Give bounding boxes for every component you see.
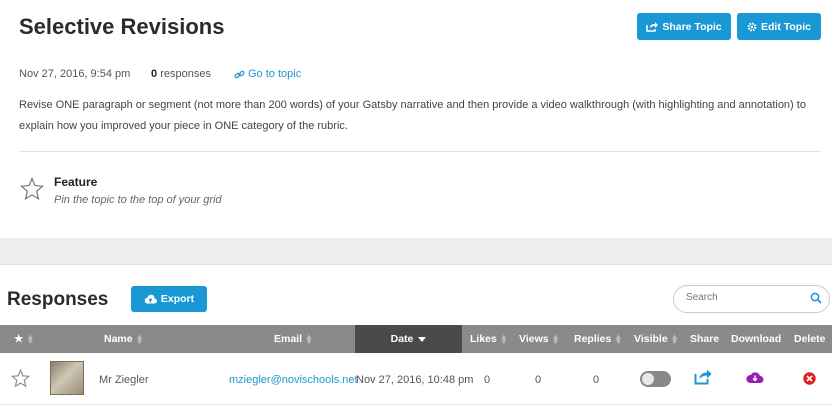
share-icon xyxy=(646,22,659,32)
th-visible[interactable]: Visible ▲ ▼ xyxy=(634,325,679,353)
topic-panel: Selective Revisions Share Topic Edit Top… xyxy=(0,0,832,238)
feature-title: Feature xyxy=(54,175,98,189)
th-likes-label: Likes xyxy=(470,333,497,345)
go-to-topic-label: Go to topic xyxy=(248,68,302,80)
sort-icon: ▲ ▼ xyxy=(26,332,35,346)
th-date-label: Date xyxy=(390,333,414,345)
search-icon[interactable] xyxy=(810,292,822,304)
caret-down-icon xyxy=(418,336,427,342)
th-views-label: Views xyxy=(519,333,549,345)
th-email[interactable]: Email ▲ ▼ xyxy=(274,325,313,353)
star-filled-icon: ★ xyxy=(14,333,24,345)
cloud-upload-icon xyxy=(144,294,157,304)
th-email-label: Email xyxy=(274,333,303,345)
th-likes[interactable]: Likes ▲ ▼ xyxy=(470,325,508,353)
th-star[interactable]: ★ ▲ ▼ xyxy=(14,325,34,353)
search-input[interactable] xyxy=(686,292,806,303)
th-share: Share xyxy=(690,325,719,353)
th-date[interactable]: Date xyxy=(355,325,462,353)
th-visible-label: Visible xyxy=(634,333,668,345)
edit-topic-label: Edit Topic xyxy=(761,20,811,33)
page-title: Selective Revisions xyxy=(19,14,225,39)
response-thumbnail[interactable] xyxy=(50,361,84,395)
th-name-label: Name xyxy=(104,333,133,345)
response-likes: 0 xyxy=(484,374,491,386)
response-replies: 0 xyxy=(593,374,600,386)
th-delete-label: Delete xyxy=(794,333,826,345)
responses-title: Responses xyxy=(7,289,109,310)
export-button[interactable]: Export xyxy=(131,286,207,312)
responses-count: 0 responses xyxy=(151,68,211,80)
sort-icon: ▲ ▼ xyxy=(499,332,508,346)
th-views[interactable]: Views ▲ ▼ xyxy=(519,325,560,353)
topic-description: Revise ONE paragraph or segment (not mor… xyxy=(19,99,806,132)
export-label: Export xyxy=(160,293,195,305)
th-replies-label: Replies xyxy=(574,333,612,345)
topic-date: Nov 27, 2016, 9:54 pm xyxy=(19,68,131,80)
table-row: Mr Ziegler mziegler@novischools.net Nov … xyxy=(0,353,832,405)
th-replies[interactable]: Replies ▲ ▼ xyxy=(574,325,622,353)
star-icon[interactable] xyxy=(11,369,30,388)
responses-count-number: 0 xyxy=(151,68,158,80)
th-download: Download xyxy=(731,325,781,353)
gear-icon xyxy=(747,22,757,31)
response-name: Mr Ziegler xyxy=(99,374,149,386)
th-download-label: Download xyxy=(731,333,782,345)
sort-icon: ▲ ▼ xyxy=(614,332,623,346)
table-header: ★ ▲ ▼ Name ▲ ▼ Email ▲ ▼ Date Likes ▲ ▼ View… xyxy=(0,325,832,353)
responses-count-label: responses xyxy=(160,68,211,80)
section-separator xyxy=(0,238,832,265)
sort-icon: ▲ ▼ xyxy=(551,332,560,346)
cloud-download-icon[interactable] xyxy=(746,370,764,384)
share-topic-button[interactable]: Share Topic xyxy=(637,13,731,40)
response-views: 0 xyxy=(535,374,542,386)
delete-icon[interactable] xyxy=(803,372,816,385)
th-share-label: Share xyxy=(690,333,720,345)
th-delete: Delete xyxy=(794,325,826,353)
sort-icon: ▲ ▼ xyxy=(135,332,144,346)
link-icon xyxy=(234,70,245,78)
th-name[interactable]: Name ▲ ▼ xyxy=(104,325,144,353)
sort-icon: ▲ ▼ xyxy=(670,332,679,346)
response-date: Nov 27, 2016, 10:48 pm xyxy=(356,374,474,386)
visible-toggle[interactable] xyxy=(640,371,671,387)
share-icon[interactable] xyxy=(694,368,712,385)
response-email[interactable]: mziegler@novischools.net xyxy=(229,374,358,386)
go-to-topic-link[interactable]: Go to topic xyxy=(234,68,301,80)
edit-topic-button[interactable]: Edit Topic xyxy=(737,13,821,40)
sort-icon: ▲ ▼ xyxy=(305,332,313,346)
divider xyxy=(19,151,821,152)
feature-star-icon[interactable] xyxy=(20,176,44,206)
feature-subtitle: Pin the topic to the top of your grid xyxy=(54,194,222,206)
share-topic-label: Share Topic xyxy=(662,20,722,33)
search-box xyxy=(673,285,830,313)
